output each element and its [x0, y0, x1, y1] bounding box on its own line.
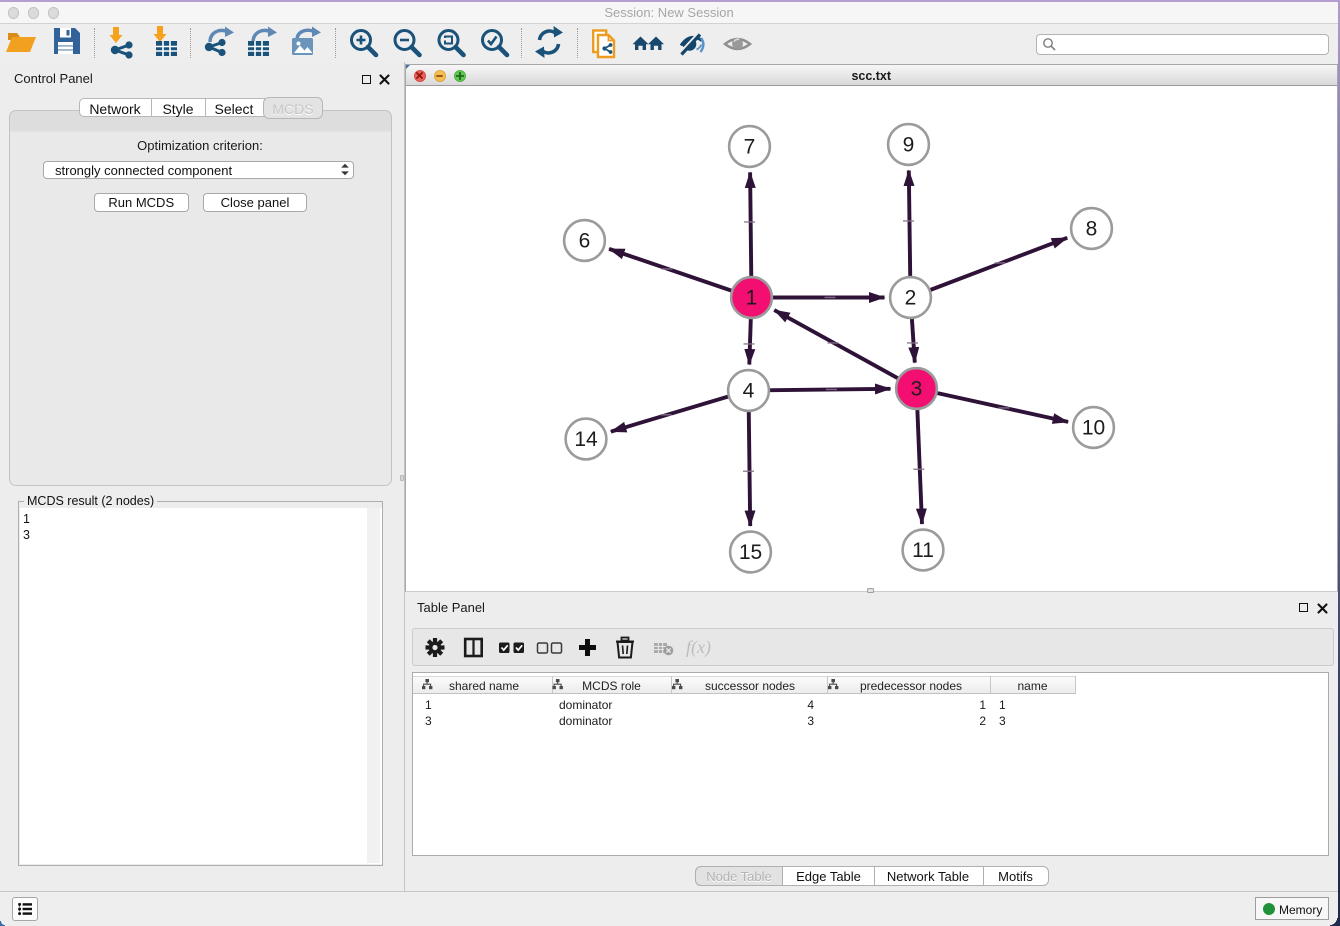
svg-text:10: 10 [1081, 416, 1104, 439]
svg-text:15: 15 [738, 541, 761, 564]
svg-text:11: 11 [912, 539, 934, 562]
svg-text:3: 3 [910, 377, 922, 400]
svg-text:14: 14 [574, 428, 598, 451]
svg-text:1: 1 [745, 286, 757, 309]
svg-text:9: 9 [902, 133, 914, 156]
svg-text:6: 6 [578, 229, 590, 252]
svg-text:8: 8 [1085, 217, 1097, 240]
svg-text:7: 7 [743, 135, 755, 158]
svg-text:f(x): f(x) [686, 637, 711, 658]
svg-text:2: 2 [904, 286, 916, 309]
svg-text:4: 4 [742, 379, 754, 402]
